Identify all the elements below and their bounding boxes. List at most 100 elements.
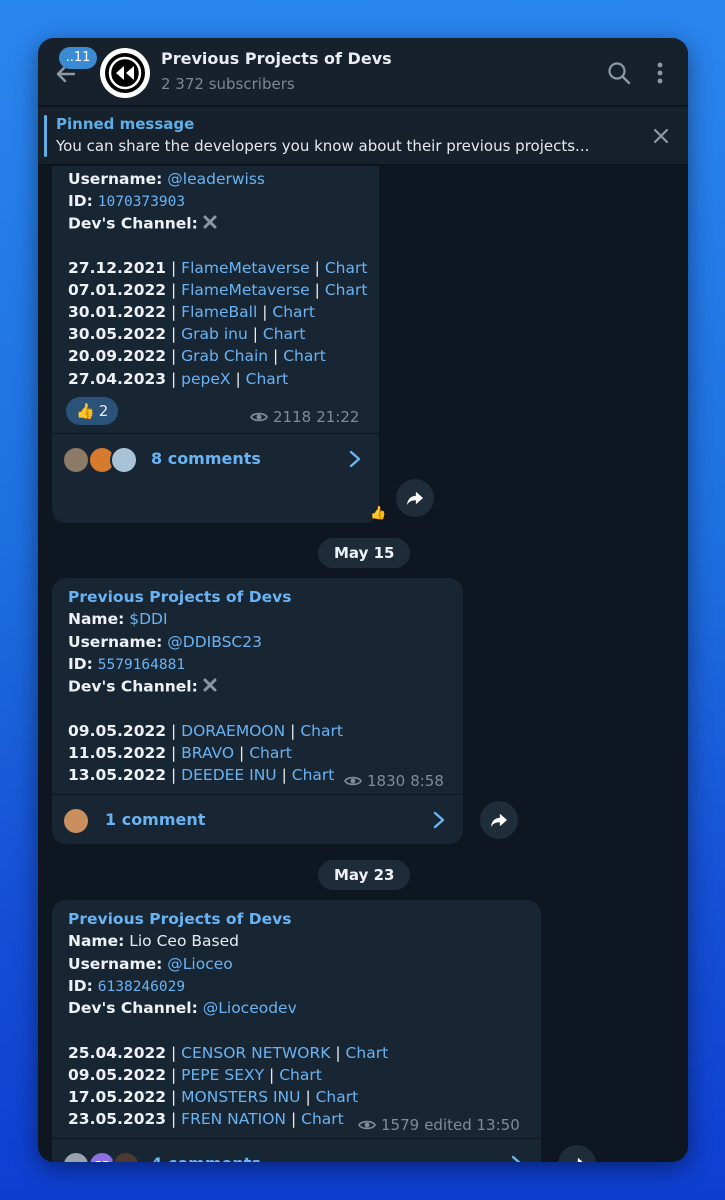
channel-avatar[interactable] [100, 48, 150, 98]
project-link[interactable]: FREN NATION [181, 1110, 286, 1128]
chart-link[interactable]: Chart [249, 744, 292, 762]
project-link[interactable]: PEPE SEXY [181, 1066, 264, 1084]
project-row: 25.04.2022 | CENSOR NETWORK | Chart [68, 1044, 389, 1062]
project-row: 20.09.2022 | Grab Chain | Chart [68, 347, 326, 365]
share-icon[interactable] [480, 801, 518, 839]
field-label: Username: [68, 633, 163, 651]
field-label: ID: [68, 655, 93, 673]
project-link[interactable]: Grab Chain [181, 347, 268, 365]
project-link[interactable]: FlameBall [181, 303, 257, 321]
project-row: 27.12.2021 | FlameMetaverse | Chart [68, 259, 368, 277]
commenter-avatar [62, 1151, 90, 1162]
project-link[interactable]: MONSTERS INU [181, 1088, 300, 1106]
chart-link[interactable]: Chart [292, 766, 335, 784]
project-row: 11.05.2022 | BRAVO | Chart [68, 744, 292, 762]
channel-link[interactable]: @Lioceodev [203, 999, 297, 1017]
comments-count: 8 comments [151, 449, 261, 468]
commenter-avatar [62, 807, 90, 835]
search-icon[interactable] [606, 60, 632, 86]
field-label: Name: [68, 932, 125, 950]
id-value[interactable]: 1070373903 [98, 194, 185, 210]
cross-mark-icon [202, 214, 218, 234]
project-row: 27.04.2023 | pepeX | Chart [68, 370, 289, 388]
username-link[interactable]: @DDIBSC23 [167, 633, 262, 651]
project-link[interactable]: DEEDEE INU [181, 766, 276, 784]
project-row: 07.01.2022 | FlameMetaverse | Chart [68, 281, 368, 299]
id-value[interactable]: 5579164881 [98, 657, 185, 673]
reaction-count: 2 [98, 402, 109, 420]
divider [52, 794, 463, 795]
field-label: Dev's Channel: [68, 677, 198, 696]
chat-header: ..11 Previous Projects of Devs 2 372 sub… [38, 38, 688, 106]
project-row: 17.05.2022 | MONSTERS INU | Chart [68, 1088, 359, 1106]
username-link[interactable]: @Lioceo [167, 955, 232, 973]
message-bubble: Username: @leaderwiss ID: 1070373903 Dev… [52, 166, 379, 523]
eye-icon [250, 412, 268, 422]
message-meta: 2118 21:22 [250, 408, 359, 426]
comments-count: 1 comment [105, 810, 206, 829]
chart-link[interactable]: Chart [263, 325, 306, 343]
commenter-avatar [110, 446, 138, 474]
project-row: 09.05.2022 | PEPE SEXY | Chart [68, 1066, 322, 1084]
cashtag-link[interactable]: $DDI [129, 610, 167, 628]
username-link[interactable]: @leaderwiss [167, 170, 265, 188]
divider [52, 433, 379, 434]
message-bubble: Previous Projects of Devs Name: $DDI Use… [52, 578, 463, 844]
message-meta: 1830 8:58 [344, 772, 444, 790]
reaction-chip[interactable]: 👍 2 [66, 397, 119, 425]
field-label: Username: [68, 955, 163, 973]
sender-name[interactable]: Previous Projects of Devs [68, 910, 291, 928]
project-link[interactable]: pepeX [181, 370, 230, 388]
project-link[interactable]: CENSOR NETWORK [181, 1044, 330, 1062]
more-options-icon[interactable] [650, 60, 670, 86]
project-row: 30.05.2022 | Grab inu | Chart [68, 325, 306, 343]
sender-name[interactable]: Previous Projects of Devs [68, 588, 291, 606]
comments-button[interactable]: 8 comments [52, 435, 379, 483]
view-count: 2118 [273, 408, 312, 426]
project-row: 09.05.2022 | DORAEMOON | Chart [68, 722, 343, 740]
close-icon[interactable] [650, 125, 672, 147]
view-count: 1830 [367, 772, 406, 790]
name-value: Lio Ceo Based [129, 932, 239, 950]
field-label: ID: [68, 977, 93, 995]
chart-link[interactable]: Chart [325, 259, 368, 277]
small-thumb-icon: 👍 [370, 506, 387, 521]
message-bubble: Previous Projects of Devs Name: Lio Ceo … [52, 900, 541, 1162]
chart-link[interactable]: Chart [272, 303, 315, 321]
pinned-text: You can share the developers you know ab… [56, 137, 590, 155]
message-meta: 1579 edited 13:50 [358, 1116, 520, 1134]
share-icon[interactable] [396, 479, 434, 517]
project-row: 13.05.2022 | DEEDEE INU | Chart [68, 766, 335, 784]
chart-link[interactable]: Chart [283, 347, 326, 365]
share-icon[interactable] [558, 1145, 596, 1162]
field-label: Dev's Channel: [68, 999, 198, 1017]
field-label: Dev's Channel: [68, 214, 198, 233]
project-row: 23.05.2023 | FREN NATION | Chart [68, 1110, 344, 1128]
project-link[interactable]: BRAVO [181, 744, 234, 762]
divider [52, 1138, 541, 1139]
project-link[interactable]: FlameMetaverse [181, 259, 310, 277]
project-link[interactable]: DORAEMOON [181, 722, 285, 740]
field-label: Username: [68, 170, 163, 188]
chevron-right-icon [348, 449, 362, 469]
chart-link[interactable]: Chart [346, 1044, 389, 1062]
comments-button[interactable]: PF 4 comments [52, 1140, 541, 1162]
comments-button[interactable]: 1 comment [52, 796, 463, 844]
chart-link[interactable]: Chart [279, 1066, 322, 1084]
commenter-avatar [62, 446, 90, 474]
eye-icon [358, 1120, 376, 1130]
channel-title[interactable]: Previous Projects of Devs [161, 49, 392, 68]
chart-link[interactable]: Chart [316, 1088, 359, 1106]
project-link[interactable]: Grab inu [181, 325, 248, 343]
project-link[interactable]: FlameMetaverse [181, 281, 310, 299]
chat-area: Username: @leaderwiss ID: 1070373903 Dev… [38, 166, 688, 1162]
chart-link[interactable]: Chart [301, 1110, 344, 1128]
chart-link[interactable]: Chart [300, 722, 343, 740]
pinned-message-bar[interactable]: Pinned message You can share the develop… [38, 107, 688, 165]
id-value[interactable]: 6138246029 [98, 979, 185, 995]
subscriber-count: 2 372 subscribers [161, 75, 295, 93]
chart-link[interactable]: Chart [325, 281, 368, 299]
chart-link[interactable]: Chart [246, 370, 289, 388]
telegram-window: ..11 Previous Projects of Devs 2 372 sub… [38, 38, 688, 1162]
message-time: 8:58 [410, 772, 444, 790]
